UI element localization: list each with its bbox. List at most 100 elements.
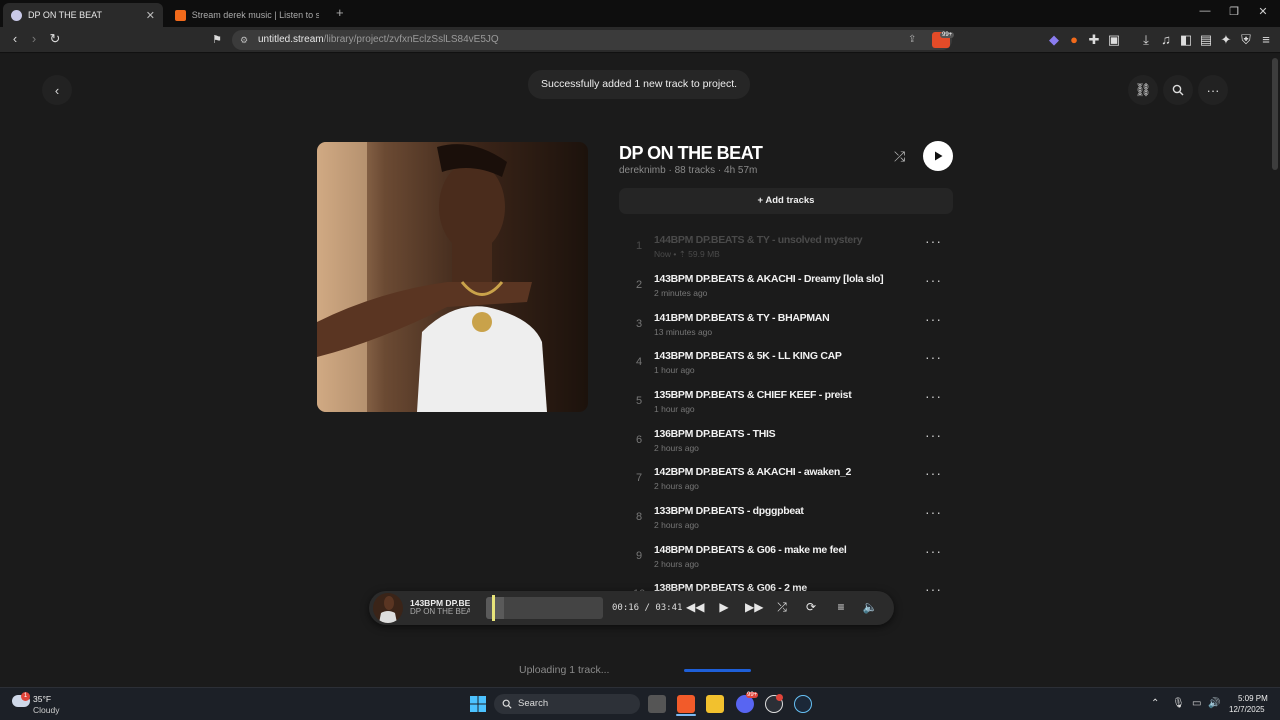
shuffle-button[interactable]: ⤮	[894, 148, 905, 165]
network-icon[interactable]: ▭	[1192, 698, 1201, 709]
sidebar-icon[interactable]: ◧	[1178, 32, 1194, 48]
scrollbar-thumb[interactable]	[1272, 58, 1278, 170]
reload-icon[interactable]: ↻	[47, 31, 63, 47]
track-title[interactable]: 143BPM DP.BEATS & 5K - LL KING CAP	[654, 350, 842, 362]
track-more-icon[interactable]: ···	[925, 388, 942, 404]
active-app-indicator	[676, 714, 696, 716]
track-title[interactable]: 135BPM DP.BEATS & CHIEF KEEF - preist	[654, 389, 852, 401]
forward-icon[interactable]: ›	[26, 31, 42, 47]
track-title[interactable]: 144BPM DP.BEATS & TY - unsolved mystery	[654, 234, 863, 246]
minimize-icon[interactable]: —	[1195, 5, 1215, 17]
extension-icon[interactable]: ◆	[1046, 32, 1062, 48]
taskbar-search[interactable]: Search	[494, 694, 640, 714]
track-more-icon[interactable]: ···	[925, 349, 942, 365]
maximize-icon[interactable]: ❐	[1224, 5, 1244, 18]
track-more-icon[interactable]: ···	[925, 272, 942, 288]
extension-2-icon[interactable]: ●	[1066, 32, 1082, 48]
track-row[interactable]: 8 133BPM DP.BEATS - dpggpbeat 2 hours ag…	[619, 499, 953, 537]
clock-date[interactable]: 12/7/2025	[1229, 705, 1265, 714]
search-button[interactable]	[1163, 75, 1193, 105]
rewind-icon[interactable]: ◀◀	[686, 600, 704, 614]
windows-start-icon[interactable]	[469, 695, 487, 713]
play-project-button[interactable]	[923, 141, 953, 171]
track-more-icon[interactable]: ···	[925, 504, 942, 520]
waveform-played	[486, 597, 504, 619]
window-close-icon[interactable]: ✕	[1253, 5, 1273, 18]
address-bar[interactable]: ⚙ untitled.stream/library/project/zvfxnE…	[232, 30, 952, 50]
track-row[interactable]: 7 142BPM DP.BEATS & AKACHI - awaken_2 2 …	[619, 460, 953, 498]
player-shuffle-icon[interactable]: ⤮	[774, 600, 790, 615]
track-title[interactable]: 141BPM DP.BEATS & TY - BHAPMAN	[654, 312, 830, 324]
track-row[interactable]: 9 148BPM DP.BEATS & G06 - make me feel 2…	[619, 538, 953, 576]
weather-desc[interactable]: Cloudy	[33, 705, 59, 715]
file-explorer-icon[interactable]	[706, 695, 724, 713]
track-row[interactable]: 1 144BPM DP.BEATS & TY - unsolved myster…	[619, 228, 953, 266]
clock-time[interactable]: 5:09 PM	[1238, 694, 1268, 703]
player-play-icon[interactable]: ▶	[716, 600, 732, 614]
copy-link-button[interactable]: ⛓	[1128, 75, 1158, 105]
track-row[interactable]: 3 141BPM DP.BEATS & TY - BHAPMAN 13 minu…	[619, 306, 953, 344]
toast-message: Successfully added 1 new track to projec…	[528, 70, 751, 99]
back-button[interactable]: ‹	[42, 75, 72, 105]
track-more-icon[interactable]: ···	[925, 543, 942, 559]
back-icon[interactable]: ‹	[7, 31, 23, 47]
vpn-icon[interactable]: ⛨	[1238, 32, 1254, 48]
screenshot-icon[interactable]: ▣	[1106, 32, 1122, 48]
close-tab-icon[interactable]: ✕	[146, 9, 155, 22]
player-thumbnail[interactable]	[373, 593, 403, 623]
menu-icon[interactable]: ≡	[1258, 32, 1274, 48]
chevron-up-icon[interactable]: ⌃	[1151, 698, 1159, 709]
track-title[interactable]: 142BPM DP.BEATS & AKACHI - awaken_2	[654, 466, 851, 478]
track-subtitle: 13 minutes ago	[654, 327, 713, 337]
fast-forward-icon[interactable]: ▶▶	[745, 600, 763, 614]
track-row[interactable]: 5 135BPM DP.BEATS & CHIEF KEEF - preist …	[619, 383, 953, 421]
volume-icon[interactable]: 🔈	[862, 600, 878, 614]
taskbar-search-icon	[502, 699, 512, 709]
steam-icon[interactable]	[794, 695, 812, 713]
leo-ai-icon[interactable]: ✦	[1218, 32, 1234, 48]
downloads-icon[interactable]: ⤓	[1138, 32, 1154, 48]
track-row[interactable]: 6 136BPM DP.BEATS - THIS 2 hours ago ···	[619, 422, 953, 460]
wallet-icon[interactable]: ▤	[1198, 32, 1214, 48]
waveform-playhead[interactable]	[492, 595, 495, 621]
media-icon[interactable]: ♫	[1158, 32, 1174, 48]
microphone-icon[interactable]: 🎙	[1172, 698, 1185, 709]
queue-icon[interactable]: ≡	[833, 600, 849, 614]
task-view-icon[interactable]	[648, 695, 666, 713]
track-more-icon[interactable]: ···	[925, 311, 942, 327]
project-meta: dereknimb · 88 tracks · 4h 57m	[619, 165, 758, 176]
bookmark-icon[interactable]: ⚑	[209, 32, 225, 48]
track-more-icon[interactable]: ···	[925, 427, 942, 443]
player-track-subtitle[interactable]: DP ON THE BEAT	[410, 607, 470, 616]
track-subtitle: Now • ⇡ 59.9 MB	[654, 249, 720, 259]
track-number: 7	[635, 472, 643, 484]
track-row[interactable]: 4 143BPM DP.BEATS & 5K - LL KING CAP 1 h…	[619, 344, 953, 382]
taskbar-search-label: Search	[518, 698, 549, 709]
share-icon[interactable]: ⇪	[908, 30, 916, 50]
speaker-icon[interactable]: 🔊	[1208, 698, 1220, 709]
tab-soundcloud[interactable]: Stream derek music | Listen to songs	[167, 3, 327, 27]
new-tab-button[interactable]: +	[336, 5, 344, 20]
brave-taskbar-icon[interactable]	[677, 695, 695, 713]
track-number: 5	[635, 395, 643, 407]
tab-dp-on-the-beat[interactable]: DP ON THE BEAT ✕	[3, 3, 163, 27]
track-more-icon[interactable]: ···	[925, 581, 942, 597]
site-settings-icon[interactable]: ⚙	[240, 30, 248, 50]
weather-temp[interactable]: 35°F	[33, 694, 51, 704]
track-more-icon[interactable]: ···	[925, 465, 942, 481]
track-title[interactable]: 136BPM DP.BEATS - THIS	[654, 428, 776, 440]
add-tracks-button[interactable]: + Add tracks	[619, 188, 953, 214]
track-more-icon[interactable]: ···	[925, 233, 942, 249]
track-subtitle: 1 hour ago	[654, 365, 695, 375]
more-options-button[interactable]: ···	[1198, 75, 1228, 105]
shuffle-icon: ⤮	[894, 148, 906, 164]
track-title[interactable]: 133BPM DP.BEATS - dpggpbeat	[654, 505, 804, 517]
extensions-puzzle-icon[interactable]: ✚	[1086, 32, 1102, 48]
track-title[interactable]: 143BPM DP.BEATS & AKACHI - Dreamy [lola …	[654, 273, 884, 285]
track-title[interactable]: 148BPM DP.BEATS & G06 - make me feel	[654, 544, 847, 556]
shield-badge: 99+	[940, 32, 955, 38]
repeat-icon[interactable]: ⟳	[803, 600, 819, 614]
url-host: untitled.stream	[258, 34, 324, 45]
track-subtitle: 2 minutes ago	[654, 288, 708, 298]
track-row[interactable]: 2 143BPM DP.BEATS & AKACHI - Dreamy [lol…	[619, 267, 953, 305]
